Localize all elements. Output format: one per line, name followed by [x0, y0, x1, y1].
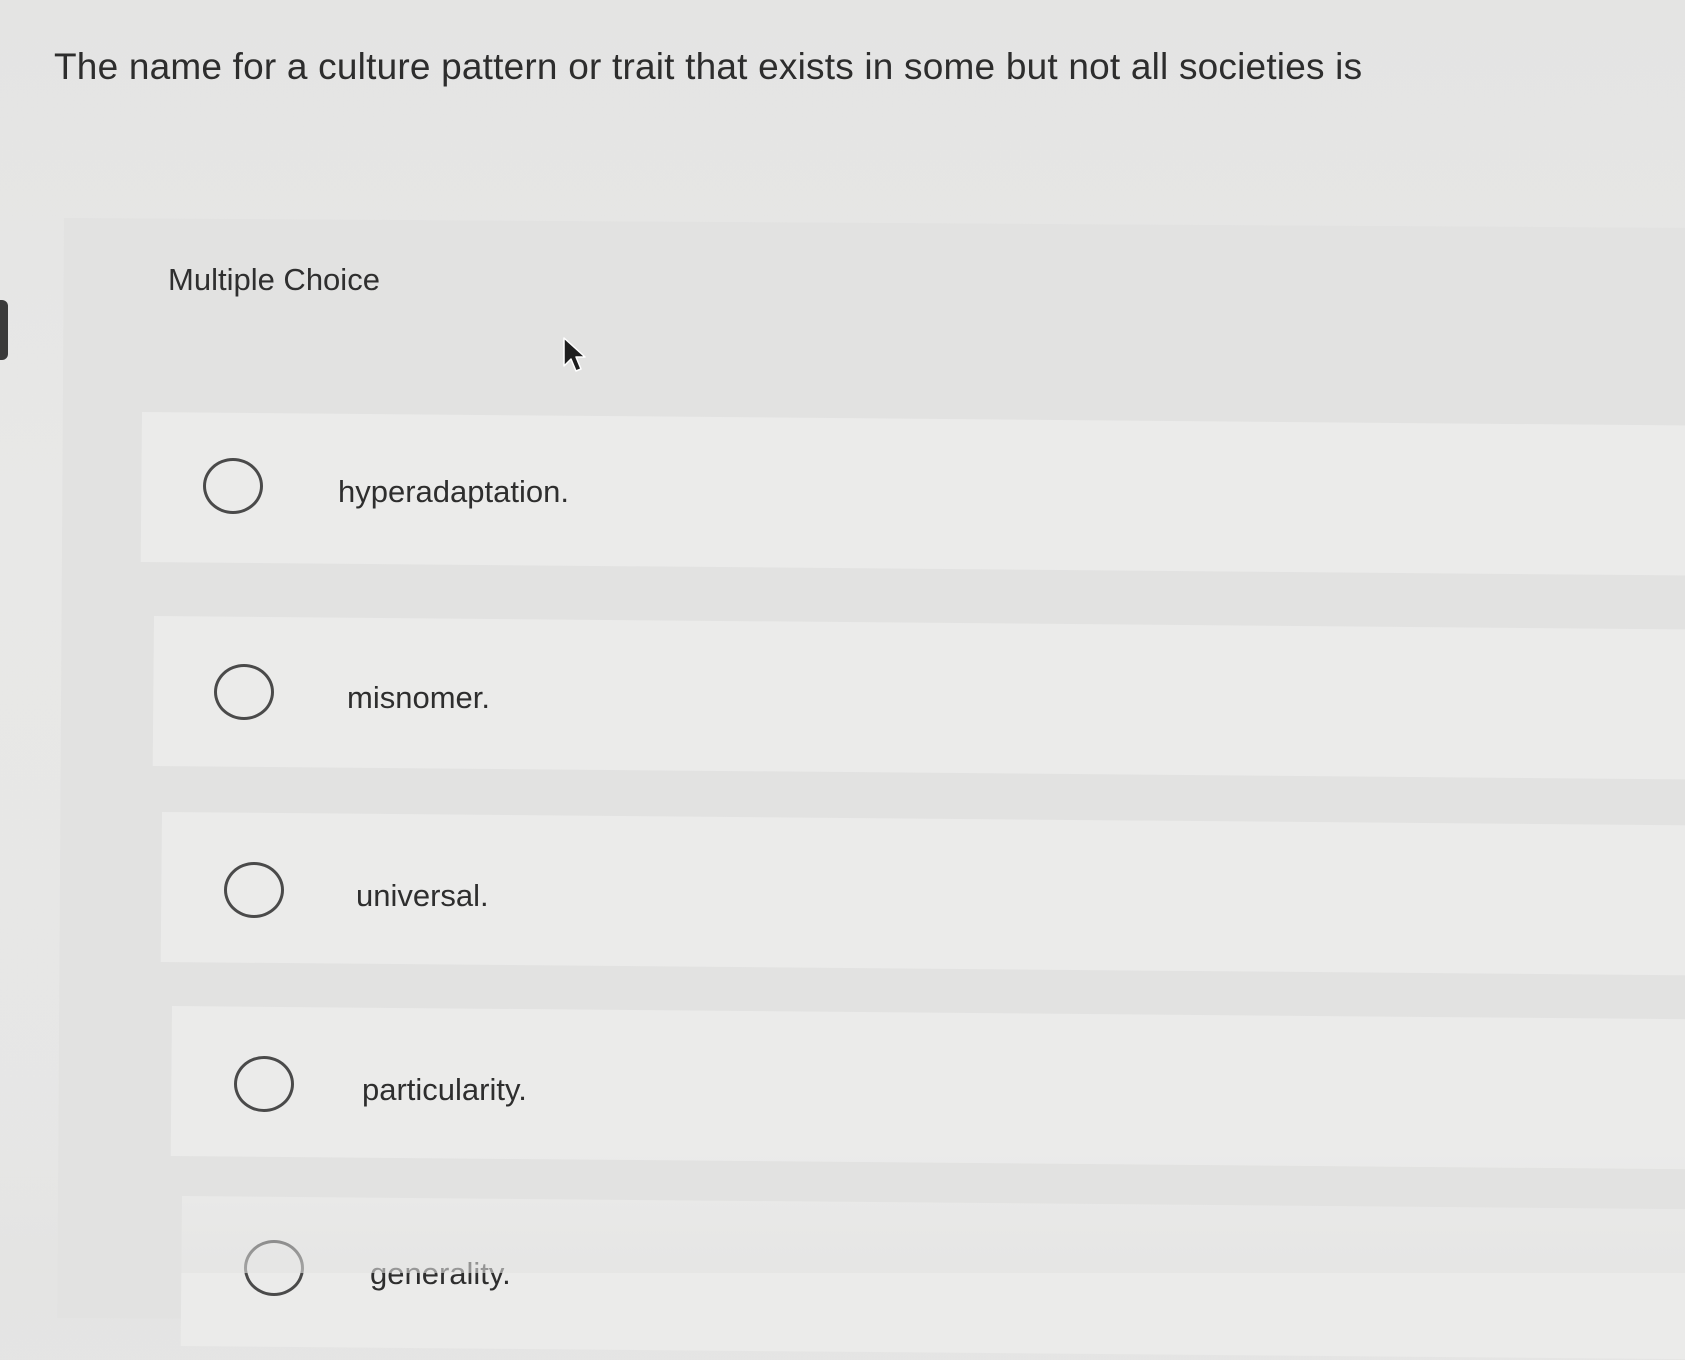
answer-option-label[interactable]: universal.: [356, 878, 489, 914]
radio-button-icon[interactable]: [244, 1240, 304, 1296]
question-type-label: Multiple Choice: [168, 262, 380, 297]
radio-button-icon[interactable]: [214, 664, 274, 720]
answer-option-label[interactable]: hyperadaptation.: [338, 474, 569, 510]
radio-button-icon[interactable]: [224, 862, 284, 918]
answer-option-label[interactable]: particularity.: [362, 1072, 527, 1108]
radio-button-icon[interactable]: [203, 458, 263, 514]
mouse-pointer-icon: [563, 337, 586, 372]
question-text: The name for a culture pattern or trait …: [54, 46, 1363, 87]
answer-option-label[interactable]: generality.: [370, 1256, 511, 1292]
radio-button-icon[interactable]: [234, 1056, 294, 1112]
answer-option-label[interactable]: misnomer.: [347, 680, 490, 716]
screen-bezel-edge: [0, 300, 8, 360]
